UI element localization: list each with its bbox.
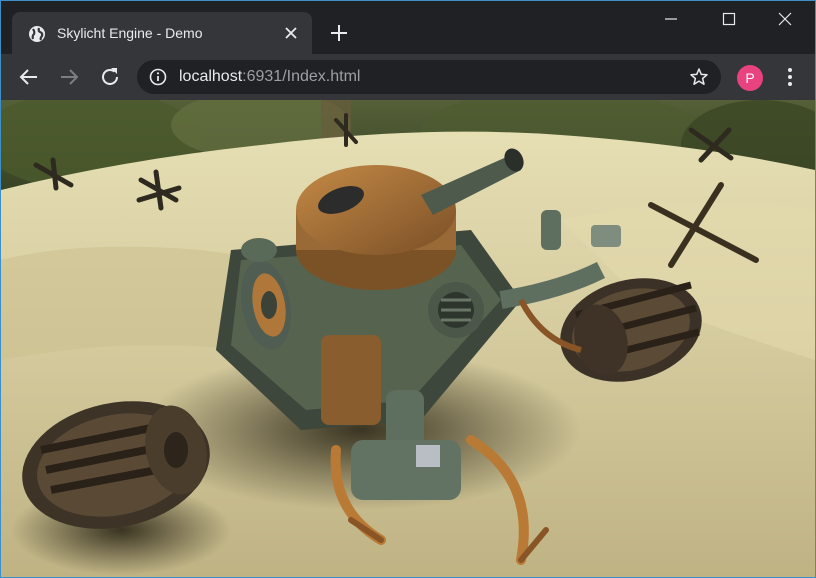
minimize-icon (665, 18, 677, 20)
3d-scene (1, 100, 815, 577)
close-icon[interactable] (282, 24, 300, 42)
tab-active[interactable]: Skylicht Engine - Demo (12, 12, 312, 55)
avatar[interactable]: P (737, 65, 763, 91)
arrow-right-icon[interactable] (56, 64, 82, 90)
tab-strip: Skylicht Engine - Demo (1, 1, 815, 55)
tab-title: Skylicht Engine - Demo (57, 25, 203, 41)
maximize-icon (722, 12, 736, 26)
url-path: :6931/Index.html (242, 68, 361, 85)
webgl-canvas[interactable] (1, 100, 815, 577)
info-icon[interactable] (149, 68, 167, 86)
url-host: localhost (179, 68, 243, 85)
kebab-menu-icon[interactable] (779, 66, 801, 88)
reload-icon[interactable] (97, 64, 123, 90)
arrow-left-icon[interactable] (16, 64, 42, 90)
globe-icon (29, 26, 45, 42)
minimize-button[interactable] (643, 1, 701, 37)
toolbar: localhost:6931/Index.html P (1, 54, 815, 100)
star-icon[interactable] (689, 67, 709, 87)
maximize-button[interactable] (701, 1, 759, 37)
plus-icon[interactable] (327, 21, 351, 45)
close-icon (778, 12, 792, 26)
address-bar[interactable]: localhost:6931/Index.html (137, 60, 721, 94)
browser-window: Skylicht Engine - Demo localhost:6931/In… (0, 0, 816, 578)
url-text[interactable]: localhost:6931/Index.html (179, 68, 360, 86)
window-close-button[interactable] (757, 1, 815, 37)
